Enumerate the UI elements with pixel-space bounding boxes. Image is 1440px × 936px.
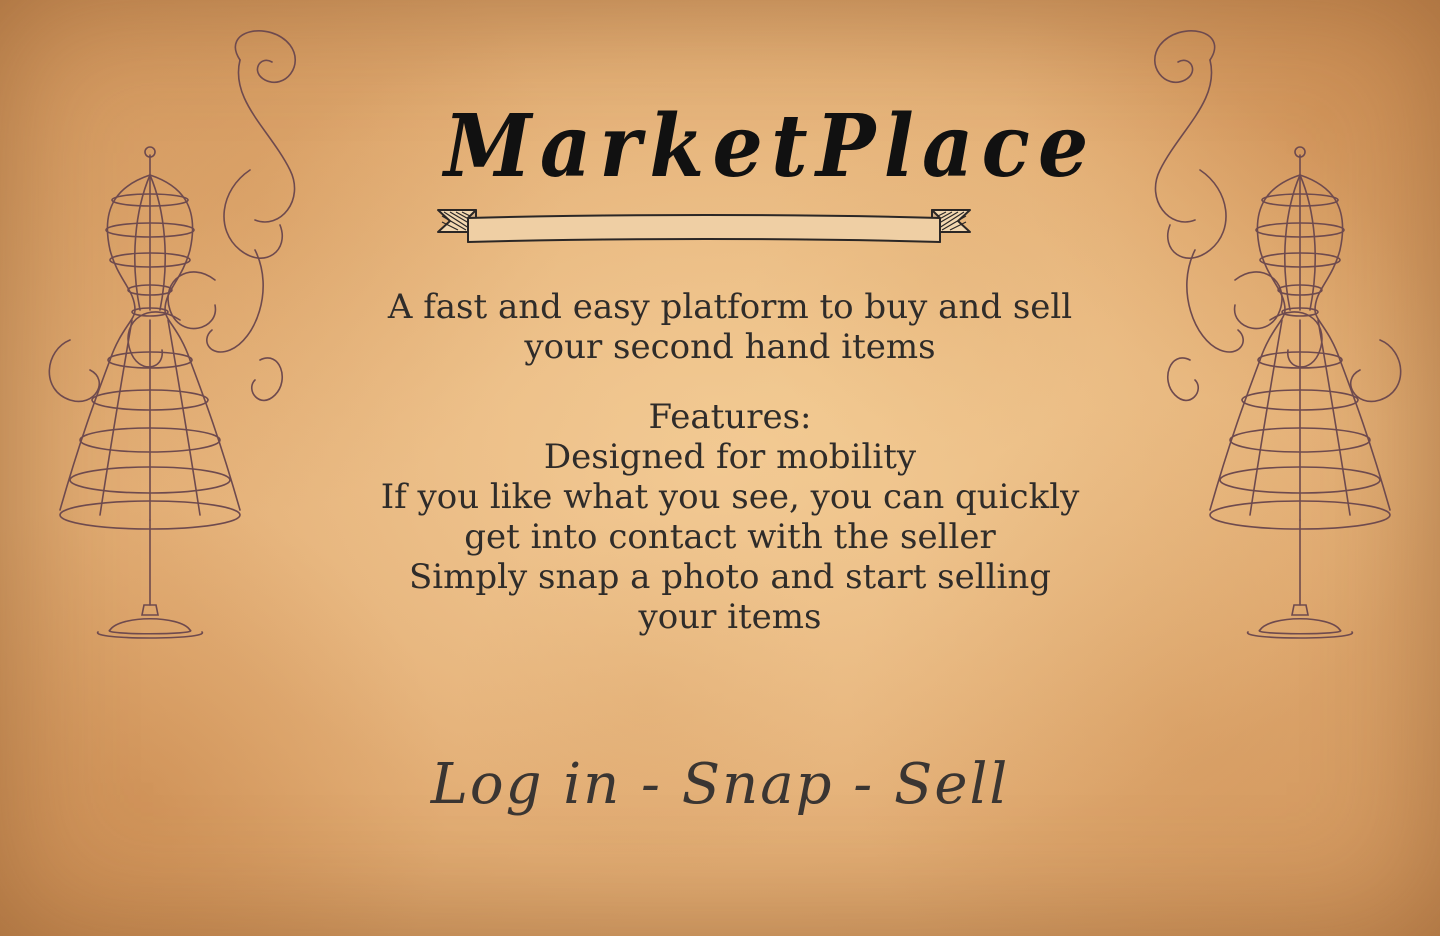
feature-item: Simply snap a photo and start selling	[408, 557, 1052, 597]
feature-item: get into contact with the seller	[464, 517, 996, 557]
dress-form-icon	[40, 20, 320, 660]
tagline: A fast and easy platform to buy and sell…	[330, 287, 1130, 367]
feature-item: If you like what you see, you can quickl…	[380, 477, 1080, 517]
features-list: Features: Designed for mobility If you l…	[330, 397, 1130, 637]
tagline-line: A fast and easy platform to buy and sell	[387, 287, 1073, 327]
tagline-line: your second hand items	[524, 327, 936, 367]
features-heading: Features:	[648, 397, 812, 437]
slogan: Log in - Snap - Sell	[430, 752, 1010, 817]
ribbon-banner-icon	[436, 202, 972, 252]
brand-title: MarketPlace	[444, 96, 1097, 197]
feature-item: your items	[638, 597, 822, 637]
feature-item: Designed for mobility	[543, 437, 917, 477]
dress-form-icon	[1120, 20, 1420, 660]
